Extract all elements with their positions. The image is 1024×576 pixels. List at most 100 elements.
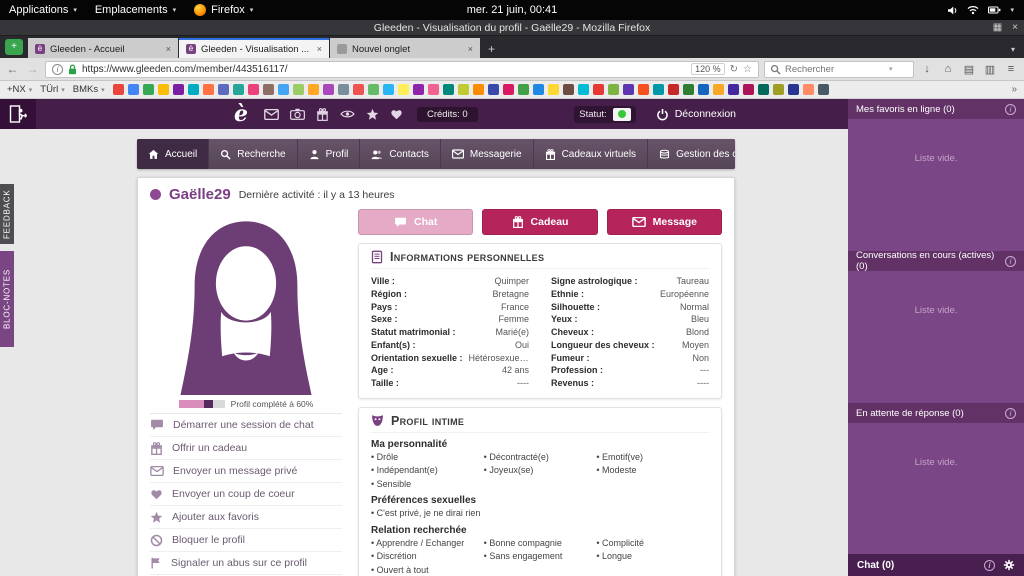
logout-button[interactable]: Déconnexion bbox=[656, 108, 736, 121]
bookmark-favicon[interactable] bbox=[743, 84, 754, 95]
bookmark-favicon[interactable] bbox=[818, 84, 829, 95]
bookmark-folder[interactable]: BMKs▾ bbox=[73, 84, 105, 95]
info-icon[interactable]: i bbox=[984, 560, 995, 571]
page-info-icon[interactable]: i bbox=[52, 64, 63, 75]
bookmark-favicon[interactable] bbox=[713, 84, 724, 95]
gift-button[interactable]: Cadeau bbox=[482, 209, 597, 235]
forward-button[interactable]: → bbox=[25, 62, 40, 76]
bookmark-favicon[interactable] bbox=[338, 84, 349, 95]
bookmark-favicon[interactable] bbox=[263, 84, 274, 95]
sidebar-section-favorites[interactable]: Mes favoris en ligne (0) i bbox=[848, 99, 1024, 119]
tab-close-icon[interactable]: × bbox=[468, 44, 473, 54]
camera-icon[interactable] bbox=[290, 108, 305, 120]
bookmark-favicon[interactable] bbox=[113, 84, 124, 95]
tab-close-icon[interactable]: × bbox=[166, 44, 171, 54]
feedback-tab[interactable]: FEEDBACK bbox=[0, 184, 14, 244]
bookmark-favicon[interactable] bbox=[773, 84, 784, 95]
clock[interactable]: mer. 21 juin, 00:41 bbox=[467, 4, 558, 16]
url-bar[interactable]: i https://www.gleeden.com/member/4435161… bbox=[45, 61, 759, 78]
bookmark-favicon[interactable] bbox=[653, 84, 664, 95]
search-box[interactable]: ▾ bbox=[764, 61, 914, 78]
new-tab-button[interactable]: + bbox=[481, 42, 502, 58]
nav-messagerie[interactable]: Messagerie bbox=[441, 139, 534, 169]
bookmark-favicon[interactable] bbox=[293, 84, 304, 95]
bookmark-favicon[interactable] bbox=[473, 84, 484, 95]
url-text[interactable]: https://www.gleeden.com/member/443516117… bbox=[82, 64, 686, 75]
bookmark-favicon[interactable] bbox=[368, 84, 379, 95]
bookmark-favicon[interactable] bbox=[413, 84, 424, 95]
info-icon[interactable]: i bbox=[1005, 104, 1016, 115]
bookmark-favicon[interactable] bbox=[803, 84, 814, 95]
bookmark-favicon[interactable] bbox=[203, 84, 214, 95]
bookmark-star-icon[interactable]: ☆ bbox=[743, 64, 752, 75]
action-offer-gift[interactable]: Offrir un cadeau bbox=[150, 437, 342, 460]
chat-button[interactable]: Chat bbox=[358, 209, 473, 235]
nav-profil[interactable]: Profil bbox=[298, 139, 361, 169]
bookmark-favicon[interactable] bbox=[683, 84, 694, 95]
menu-icon[interactable]: ≡ bbox=[1003, 63, 1019, 75]
back-button[interactable]: ← bbox=[5, 62, 20, 76]
bookmark-favicon[interactable] bbox=[728, 84, 739, 95]
nav-recherche[interactable]: Recherche bbox=[209, 139, 297, 169]
bookmark-favicon[interactable] bbox=[488, 84, 499, 95]
sidebar-toggle-icon[interactable]: ▥ bbox=[982, 63, 998, 76]
chat-bar[interactable]: Chat (0) i bbox=[848, 554, 1024, 576]
applications-menu[interactable]: Applications▾ bbox=[0, 0, 86, 20]
addon-icon[interactable]: + bbox=[5, 39, 23, 55]
system-tray[interactable]: ▾ bbox=[947, 5, 1024, 16]
action-send-crush[interactable]: Envoyer un coup de coeur bbox=[150, 483, 342, 506]
bookmark-favicon[interactable] bbox=[563, 84, 574, 95]
bookmark-favicon[interactable] bbox=[758, 84, 769, 95]
sidebar-section-conversations[interactable]: Conversations en cours (actives) (0) i bbox=[848, 251, 1024, 271]
gear-icon[interactable] bbox=[1003, 559, 1015, 571]
bookmark-favicon[interactable] bbox=[623, 84, 634, 95]
action-add-favorite[interactable]: Ajouter aux favoris bbox=[150, 506, 342, 529]
bookmark-favicon[interactable] bbox=[308, 84, 319, 95]
star-icon[interactable] bbox=[366, 108, 379, 121]
bookmark-favicon[interactable] bbox=[323, 84, 334, 95]
search-input[interactable] bbox=[785, 64, 885, 75]
bloc-notes-tab[interactable]: BLOC-NOTES bbox=[0, 251, 14, 347]
places-menu[interactable]: Emplacements▾ bbox=[86, 0, 185, 20]
search-engine-caret-icon[interactable]: ▾ bbox=[889, 65, 893, 73]
bookmark-favicon[interactable] bbox=[458, 84, 469, 95]
mail-icon[interactable] bbox=[264, 109, 279, 120]
bookmark-favicon[interactable] bbox=[428, 84, 439, 95]
status-widget[interactable]: Statut: bbox=[574, 106, 635, 123]
close-window-button[interactable]: × bbox=[1012, 22, 1018, 33]
info-icon[interactable]: i bbox=[1005, 256, 1016, 267]
action-send-private-message[interactable]: Envoyer un message privé bbox=[150, 460, 342, 483]
gift-icon[interactable] bbox=[316, 108, 329, 121]
bookmarks-overflow-icon[interactable]: » bbox=[1011, 84, 1017, 95]
bookmark-favicon[interactable] bbox=[128, 84, 139, 95]
tab-close-icon[interactable]: × bbox=[317, 44, 322, 54]
bookmark-favicon[interactable] bbox=[278, 84, 289, 95]
bookmark-favicon[interactable] bbox=[548, 84, 559, 95]
gleeden-logo[interactable]: è bbox=[234, 101, 248, 127]
bookmark-favicon[interactable] bbox=[398, 84, 409, 95]
bookmark-favicon[interactable] bbox=[578, 84, 589, 95]
sidebar-section-pending[interactable]: En attente de réponse (0) i bbox=[848, 403, 1024, 423]
bookmark-folder[interactable]: TÜrl▾ bbox=[40, 84, 64, 95]
bookmark-favicon[interactable] bbox=[383, 84, 394, 95]
tab-gleeden-accueil[interactable]: è Gleeden - Accueil × bbox=[28, 38, 178, 58]
info-icon[interactable]: i bbox=[1005, 408, 1016, 419]
action-report-abuse[interactable]: Signaler un abus sur ce profil bbox=[150, 552, 342, 575]
message-button[interactable]: Message bbox=[607, 209, 722, 235]
bookmark-favicon[interactable] bbox=[533, 84, 544, 95]
bookmark-favicon[interactable] bbox=[248, 84, 259, 95]
action-start-chat[interactable]: Démarrer une session de chat bbox=[150, 414, 342, 437]
bookmark-favicon[interactable] bbox=[158, 84, 169, 95]
workspaces-icon[interactable]: ▦ bbox=[993, 22, 1002, 33]
nav-credits[interactable]: Gestion des crédits bbox=[648, 139, 735, 169]
heart-icon[interactable] bbox=[390, 108, 403, 120]
home-icon[interactable]: ⌂ bbox=[940, 63, 956, 75]
status-toggle[interactable] bbox=[613, 108, 631, 121]
bookmark-favicon[interactable] bbox=[638, 84, 649, 95]
nav-cadeaux[interactable]: Cadeaux virtuels bbox=[534, 139, 648, 169]
nav-accueil[interactable]: Accueil bbox=[137, 139, 209, 169]
bookmark-favicon[interactable] bbox=[698, 84, 709, 95]
bookmark-favicon[interactable] bbox=[353, 84, 364, 95]
tab-gleeden-visualisation[interactable]: è Gleeden - Visualisation ... × bbox=[179, 38, 329, 58]
bookmark-favicon[interactable] bbox=[503, 84, 514, 95]
